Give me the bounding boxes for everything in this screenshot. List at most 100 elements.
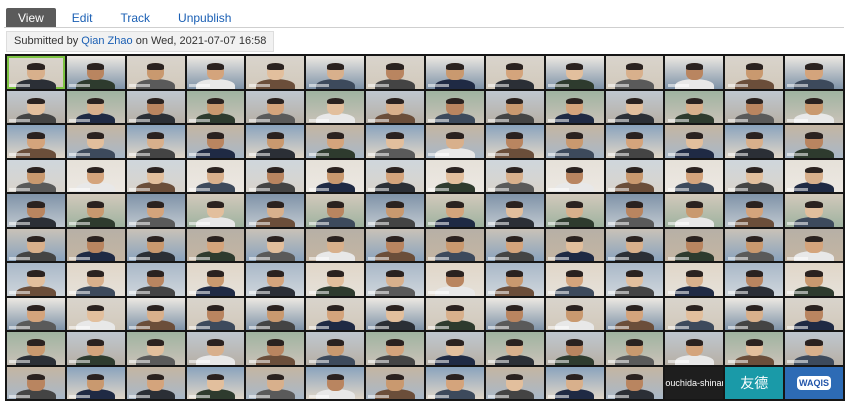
participant-hair <box>685 339 703 346</box>
participant-face <box>206 235 225 253</box>
participant-name-bar <box>188 394 210 398</box>
participant-hair <box>745 166 763 174</box>
participant-video-tile <box>246 263 305 296</box>
participant-face <box>266 270 284 288</box>
participant-hair <box>446 304 464 312</box>
participant-video-tile <box>665 125 724 158</box>
participant-hair <box>27 235 45 243</box>
participant-name-bar <box>308 325 330 329</box>
participant-hair <box>565 63 584 70</box>
participant-hair <box>87 304 105 312</box>
tab-view[interactable]: View <box>6 8 56 28</box>
participant-hair <box>805 63 823 70</box>
participant-name-bar <box>428 222 450 226</box>
participant-name-bar <box>248 394 270 398</box>
participant-name-bar <box>727 291 749 295</box>
participant-hair <box>87 63 105 70</box>
participant-hair <box>206 132 225 139</box>
tab-unpublish[interactable]: Unpublish <box>166 8 243 28</box>
participant-face <box>206 132 225 150</box>
participant-name-bar <box>368 84 390 88</box>
participant-name-bar <box>727 118 749 122</box>
participant-hair <box>27 270 45 277</box>
participant-hair <box>27 339 45 346</box>
participant-video-tile <box>605 90 664 123</box>
participant-name-bar <box>69 153 90 157</box>
participant-face <box>506 97 524 115</box>
participant-face <box>206 201 225 219</box>
participant-video-tile <box>66 194 125 227</box>
participant-hair <box>146 270 165 277</box>
participant-face <box>386 339 404 357</box>
participant-name-bar <box>368 394 390 398</box>
participant-video-tile <box>126 332 185 365</box>
participant-name-bar <box>69 84 90 88</box>
author-link[interactable]: Qian Zhao <box>81 35 132 47</box>
participant-face <box>87 373 105 391</box>
participant-video-tile <box>785 159 843 192</box>
participant-video-tile <box>605 194 664 227</box>
participant-name-bar <box>248 187 270 191</box>
participant-name-bar <box>248 291 270 295</box>
tab-track[interactable]: Track <box>108 8 162 28</box>
participant-name-bar <box>129 187 150 191</box>
participant-hair <box>386 373 404 381</box>
participant-name-bar <box>9 256 31 260</box>
participant-face <box>685 304 703 322</box>
participant-video-tile <box>366 159 424 192</box>
participant-face <box>326 373 344 391</box>
participant-hair <box>386 166 404 174</box>
participant-hair <box>745 339 763 346</box>
participant-video-tile <box>426 90 484 123</box>
participant-video-tile <box>665 90 724 123</box>
participant-text-tile: 友德 <box>725 366 784 399</box>
participant-video-tile <box>485 159 544 192</box>
participant-hair <box>326 63 344 70</box>
participant-face <box>27 235 45 253</box>
participant-video-tile <box>545 56 604 89</box>
participant-face <box>266 304 284 322</box>
participant-name-bar <box>428 118 450 122</box>
participant-face <box>326 132 344 150</box>
tab-edit[interactable]: Edit <box>60 8 105 28</box>
participant-hair <box>685 270 703 277</box>
participant-video-tile <box>485 125 544 158</box>
participant-video-tile <box>7 125 65 158</box>
participant-video-tile <box>306 263 365 296</box>
participant-hair <box>625 339 644 346</box>
participant-video-tile <box>725 159 784 192</box>
participant-video-tile <box>665 159 724 192</box>
participant-video-tile <box>306 194 365 227</box>
participant-face <box>805 270 823 288</box>
participant-face <box>685 97 703 115</box>
participant-hair <box>326 166 344 174</box>
participant-hair <box>805 166 823 174</box>
participant-name-bar <box>667 222 689 226</box>
participant-face <box>326 97 344 115</box>
participant-name-bar <box>548 256 569 260</box>
participant-video-tile <box>126 366 185 399</box>
participant-name-bar <box>129 84 150 88</box>
participant-name-bar <box>667 187 689 191</box>
participant-video-tile <box>485 366 544 399</box>
participant-name-bar <box>248 84 270 88</box>
participant-face <box>206 270 225 288</box>
participant-hair <box>506 339 524 346</box>
participant-name-bar <box>787 222 809 226</box>
participant-face <box>27 339 45 357</box>
participant-video-tile <box>665 228 724 261</box>
participant-face <box>206 339 225 357</box>
participant-name-bar <box>69 256 90 260</box>
participant-video-tile <box>7 159 65 192</box>
participant-hair <box>565 304 584 312</box>
participant-video-tile <box>785 194 843 227</box>
participant-video-tile <box>426 366 484 399</box>
participant-video-tile <box>426 332 484 365</box>
participant-hair <box>745 97 763 105</box>
participant-face <box>206 373 225 391</box>
participant-name-bar <box>9 153 31 157</box>
participant-name-bar <box>368 222 390 226</box>
participant-video-tile <box>306 125 365 158</box>
participant-face <box>27 132 45 150</box>
participant-hair <box>386 63 404 70</box>
